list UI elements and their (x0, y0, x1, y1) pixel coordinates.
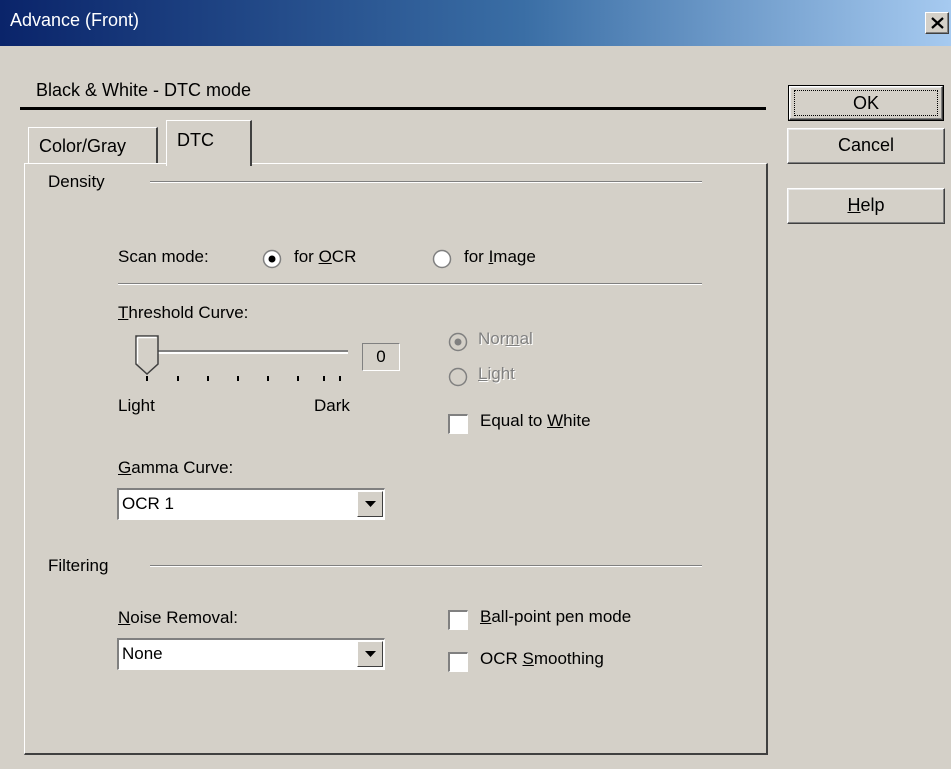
tab-dtc-label: DTC (177, 130, 214, 150)
chevron-down-icon (365, 651, 376, 657)
title-bar (0, 0, 951, 46)
ballpoint-pen-checkbox[interactable] (448, 610, 468, 630)
noise-removal-label: Noise Removal: (118, 608, 238, 627)
help-button-label: Help (847, 195, 885, 215)
equal-to-white-checkbox[interactable] (448, 414, 468, 434)
mode-heading: Black & White - DTC mode (36, 80, 252, 100)
help-button[interactable]: Help (787, 188, 945, 224)
scan-mode-label: Scan mode: (118, 247, 209, 266)
density-divider (150, 181, 702, 183)
header-divider (20, 107, 766, 110)
slider-max-label: Dark (314, 396, 350, 415)
tab-color-gray-label: Color/Gray (39, 136, 127, 156)
filtering-divider (150, 565, 702, 567)
threshold-value: 0 (362, 343, 400, 371)
slider-min-label: Light (118, 396, 155, 415)
ocr-smoothing-checkbox[interactable] (448, 652, 468, 672)
filtering-group-label: Filtering (48, 556, 109, 575)
tab-dtc[interactable]: DTC (166, 120, 252, 166)
window-title: Advance (Front) (10, 10, 140, 30)
noise-removal-value: None (122, 644, 163, 663)
ocr-smoothing-label: OCR Smoothing (480, 649, 604, 668)
cancel-button-label: Cancel (837, 135, 895, 155)
radio-normal[interactable] (448, 332, 468, 352)
threshold-slider[interactable] (128, 334, 358, 390)
tab-color-gray[interactable]: Color/Gray (28, 127, 158, 163)
ok-button-label: OK (852, 93, 879, 113)
radio-normal-label: Normal (478, 329, 533, 348)
equal-to-white-label: Equal to White (480, 411, 591, 430)
radio-light[interactable] (448, 367, 468, 387)
scan-mode-divider (118, 283, 702, 285)
gamma-curve-value: OCR 1 (122, 494, 174, 513)
radio-for-image-label: for Image (464, 247, 536, 266)
radio-for-ocr[interactable] (262, 249, 282, 269)
slider-thumb (135, 335, 159, 376)
close-icon (931, 17, 944, 29)
noise-removal-select[interactable]: None (117, 638, 385, 670)
gamma-curve-label: Gamma Curve: (118, 458, 234, 477)
radio-light-label: Light (478, 364, 515, 383)
close-button[interactable] (925, 12, 949, 34)
density-group-label: Density (48, 172, 105, 191)
ok-button[interactable]: OK (788, 85, 944, 121)
ballpoint-pen-label: Ball-point pen mode (480, 607, 632, 626)
gamma-curve-select[interactable]: OCR 1 (117, 488, 385, 520)
slider-ticks (146, 376, 341, 381)
cancel-button[interactable]: Cancel (787, 128, 945, 164)
threshold-curve-label: Threshold Curve: (118, 303, 249, 322)
noise-dropdown-button[interactable] (357, 641, 383, 667)
gamma-dropdown-button[interactable] (357, 491, 383, 517)
radio-for-image[interactable] (432, 249, 452, 269)
chevron-down-icon (365, 501, 376, 507)
radio-for-ocr-label: for OCR (294, 247, 357, 266)
